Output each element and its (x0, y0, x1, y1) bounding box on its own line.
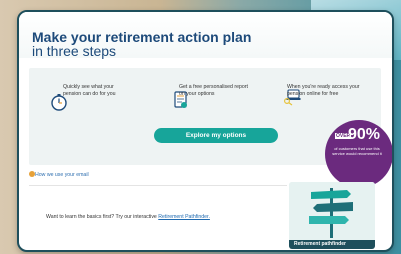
email-usage-link[interactable]: How we use your email (35, 172, 89, 178)
pathfinder-prompt: Want to learn the basics first? Try our … (46, 214, 210, 220)
pathfinder-tile-label: Retirement pathfinder (289, 240, 375, 249)
title-line-1: Make your retirement action plan (32, 29, 252, 45)
satisfaction-badge: OVER 90% of customers that use this serv… (325, 120, 392, 188)
retirement-plan-card: Make your retirement action plan in thre… (17, 10, 394, 252)
retirement-pathfinder-link[interactable]: Retirement Pathfinder. (158, 214, 210, 220)
step-3-text: When you're ready access your pension on… (287, 84, 360, 97)
title-line-2: in three steps (32, 43, 117, 59)
retirement-pathfinder-tile[interactable]: Retirement pathfinder (289, 182, 375, 249)
badge-caption: of customers that use this service would… (332, 146, 382, 156)
step-2-text: Get a free personalised report on your o… (179, 84, 248, 97)
divider (29, 185, 287, 186)
pathfinder-prompt-text: Want to learn the basics first? Try our … (46, 214, 157, 220)
badge-percent: 90% (348, 126, 381, 143)
signpost-icon (289, 182, 375, 240)
step-1-text: Quickly see what your pension can do for… (63, 84, 116, 97)
explore-options-button[interactable]: Explore my options (154, 128, 278, 143)
page-title: Make your retirement action plan in thre… (32, 30, 251, 58)
